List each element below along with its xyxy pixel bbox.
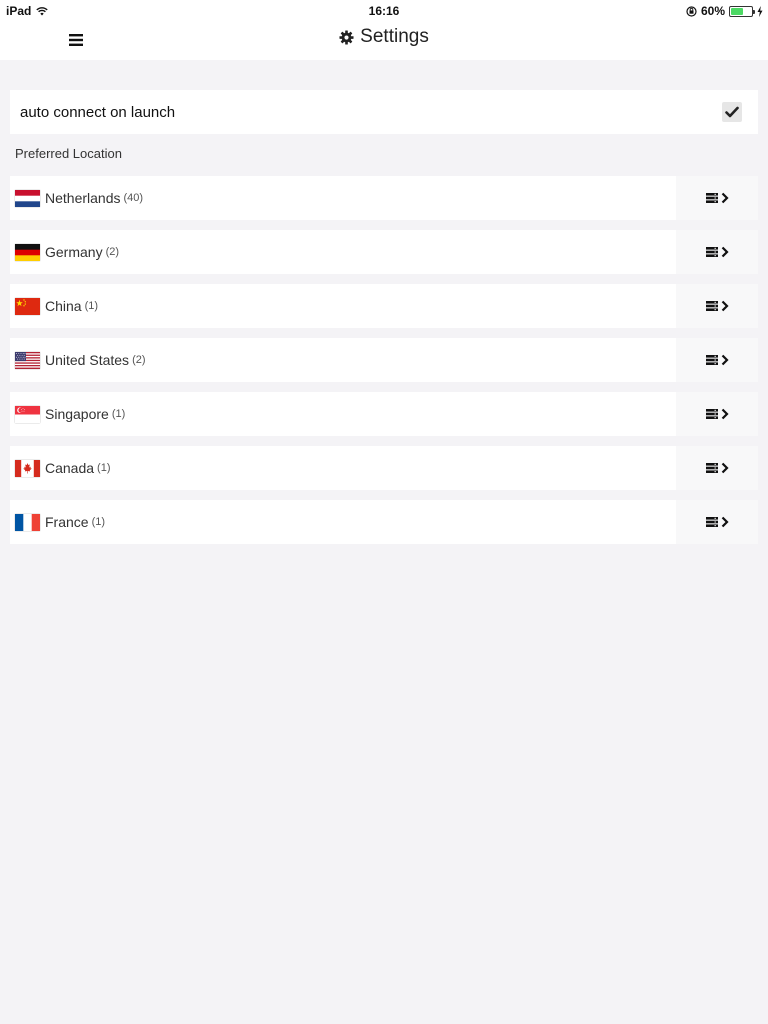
location-select-united-states[interactable]: United States (2) xyxy=(10,338,676,382)
rotation-lock-icon xyxy=(686,5,697,17)
location-row-united-states: United States (2) xyxy=(10,338,758,382)
location-name: France xyxy=(45,514,89,530)
location-name: Canada xyxy=(45,460,95,476)
location-name: China xyxy=(45,298,82,314)
page-title: Settings xyxy=(0,26,768,48)
location-row-china: China (1) xyxy=(10,284,758,328)
germany-flag-icon xyxy=(15,243,40,261)
netherlands-flag-icon xyxy=(15,189,40,207)
location-select-singapore[interactable]: Singapore (1) xyxy=(10,392,676,436)
location-select-china[interactable]: China (1) xyxy=(10,284,676,328)
chevron-right-icon xyxy=(721,408,729,420)
chevron-right-icon xyxy=(721,300,729,312)
server-list-button-canada[interactable] xyxy=(676,446,758,490)
location-select-france[interactable]: France (1) xyxy=(10,500,676,544)
location-select-germany[interactable]: Germany (2) xyxy=(10,230,676,274)
server-list-icon xyxy=(705,193,718,203)
location-count: (40) xyxy=(123,192,144,204)
server-list-icon xyxy=(705,247,718,257)
server-list-button-germany[interactable] xyxy=(676,230,758,274)
check-icon xyxy=(725,106,739,118)
location-name: United States xyxy=(45,352,130,368)
gear-icon xyxy=(339,29,354,45)
location-select-netherlands[interactable]: Netherlands (40) xyxy=(10,176,676,220)
charging-icon xyxy=(757,5,763,17)
chevron-right-icon xyxy=(721,462,729,474)
location-row-singapore: Singapore (1) xyxy=(10,392,758,436)
usa-flag-icon xyxy=(15,351,40,369)
auto-connect-checkbox[interactable] xyxy=(722,102,742,122)
battery-icon xyxy=(729,5,755,17)
location-name: Germany xyxy=(45,244,103,260)
server-list-button-united-states[interactable] xyxy=(676,338,758,382)
china-flag-icon xyxy=(15,297,40,315)
nav-bar: Settings xyxy=(0,22,768,60)
location-row-canada: Canada (1) xyxy=(10,446,758,490)
server-list-button-netherlands[interactable] xyxy=(676,176,758,220)
location-row-france: France (1) xyxy=(10,500,758,544)
server-list-icon xyxy=(705,355,718,365)
battery-percent: 60% xyxy=(700,4,725,18)
location-count: (1) xyxy=(111,408,126,420)
auto-connect-row[interactable]: auto connect on launch xyxy=(10,90,758,134)
server-list-icon xyxy=(705,409,718,419)
chevron-right-icon xyxy=(721,246,729,258)
auto-connect-label: auto connect on launch xyxy=(20,103,176,121)
server-list-icon xyxy=(705,301,718,311)
status-time: 16:16 xyxy=(368,4,400,18)
page-title-text: Settings xyxy=(360,26,429,47)
status-bar: iPad 16:16 60% xyxy=(0,0,768,22)
singapore-flag-icon xyxy=(15,405,40,423)
location-list: Netherlands (40) Germany (2) China (1) U… xyxy=(10,176,758,554)
location-count: (1) xyxy=(97,462,111,474)
chevron-right-icon xyxy=(721,516,729,528)
status-right: 60% xyxy=(686,4,763,18)
preferred-location-heading: Preferred Location xyxy=(15,146,122,161)
location-count: (2) xyxy=(105,246,120,258)
location-row-germany: Germany (2) xyxy=(10,230,758,274)
location-name: Netherlands xyxy=(45,190,121,206)
server-list-icon xyxy=(705,517,718,527)
location-row-netherlands: Netherlands (40) xyxy=(10,176,758,220)
server-list-icon xyxy=(705,463,718,473)
france-flag-icon xyxy=(15,513,40,531)
location-name: Singapore xyxy=(45,406,109,422)
location-count: (2) xyxy=(132,354,146,366)
chevron-right-icon xyxy=(721,354,729,366)
location-count: (1) xyxy=(91,516,106,528)
server-list-button-china[interactable] xyxy=(676,284,758,328)
location-select-canada[interactable]: Canada (1) xyxy=(10,446,676,490)
server-list-button-france[interactable] xyxy=(676,500,758,544)
chevron-right-icon xyxy=(721,192,729,204)
server-list-button-singapore[interactable] xyxy=(676,392,758,436)
location-count: (1) xyxy=(84,300,99,312)
canada-flag-icon xyxy=(15,459,40,477)
